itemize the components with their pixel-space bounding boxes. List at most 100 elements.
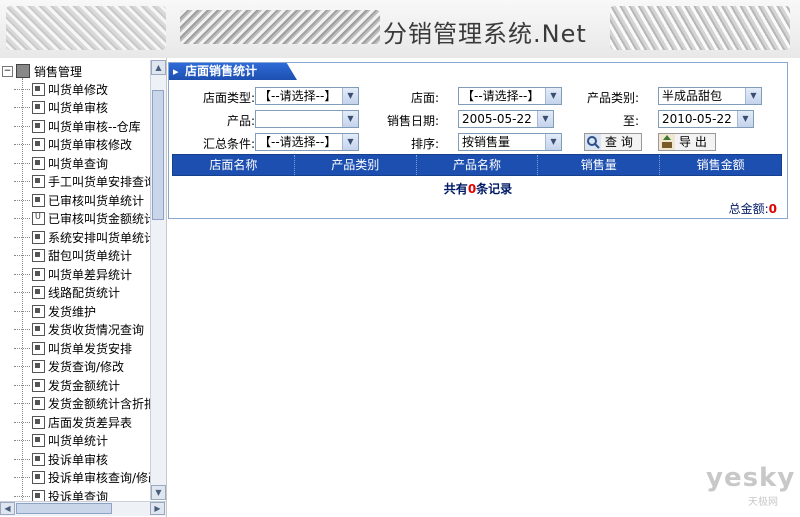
scroll-up-icon[interactable]: ▲ (151, 60, 166, 75)
column-header[interactable]: 产品类别 (295, 155, 417, 175)
scroll-left-icon[interactable]: ◀ (0, 502, 15, 515)
tree-item-label: 叫货单统计 (48, 434, 109, 448)
sort-select[interactable]: 按销售量 ▼ (458, 133, 562, 151)
tree-item[interactable]: 叫货单统计 (14, 432, 108, 450)
tree-branch (14, 495, 30, 497)
chevron-down-icon[interactable]: ▼ (342, 134, 358, 150)
store-select[interactable]: 【--请选择--】 ▼ (458, 87, 562, 105)
form-icon (32, 82, 45, 96)
tree-item[interactable]: 发货收货情况查询 (14, 321, 144, 339)
tree-item[interactable]: 手工叫货单安排查询 (14, 173, 150, 191)
tree-item[interactable]: 发货金额统计 (14, 376, 120, 394)
tree-item[interactable]: 叫货单审核--仓库 (14, 117, 141, 135)
query-button[interactable]: 查 询 (584, 133, 642, 151)
tree-item[interactable]: 叫货单查询 (14, 154, 108, 172)
tree-item[interactable]: 叫货单审核 (14, 99, 108, 117)
search-icon (585, 134, 601, 150)
tree-item[interactable]: 叫货单审核修改 (14, 136, 132, 154)
tree-branch (14, 403, 30, 404)
tree-branch (14, 347, 30, 349)
form-icon (32, 138, 45, 151)
tree-branch (14, 107, 30, 108)
scroll-thumb[interactable] (152, 90, 164, 220)
tree-item[interactable]: 已审核叫货单统计 (14, 191, 144, 209)
form-icon (32, 119, 45, 133)
tree-item[interactable]: 线路配货统计 (14, 284, 120, 302)
chevron-down-icon[interactable]: ▼ (537, 111, 553, 127)
tree-branch (14, 477, 30, 478)
form-icon (32, 323, 45, 336)
tree-item-label: 投诉单审核 (48, 452, 109, 467)
tree-item-label: 已审核叫货金额统计 (48, 212, 150, 226)
tree-item[interactable]: 叫货单修改 (14, 80, 108, 98)
u-icon (32, 212, 45, 225)
hscroll-thumb[interactable] (16, 503, 112, 514)
tree-item-label: 叫货单发货安排 (48, 341, 133, 356)
tree-item[interactable]: 叫货单差异统计 (14, 265, 132, 283)
summary-select[interactable]: 【--请选择--】 ▼ (255, 133, 359, 151)
form-icon (32, 286, 45, 299)
chevron-down-icon[interactable]: ▼ (545, 88, 561, 104)
chevron-down-icon[interactable]: ▼ (745, 88, 761, 104)
date-from-picker[interactable]: 2005-05-22 ▼ (458, 110, 554, 128)
tree-item[interactable]: 发货查询/修改 (14, 358, 124, 376)
tree-item[interactable]: 叫货单发货安排 (14, 339, 132, 357)
total-amount: 总金额:0 (728, 202, 777, 216)
chevron-down-icon[interactable]: ▼ (342, 111, 358, 127)
tree-item[interactable]: 投诉单审核 (14, 450, 108, 468)
tree-item-label: 手工叫货单安排查询 (48, 175, 150, 189)
category-select[interactable]: 半成品甜包 ▼ (658, 87, 762, 105)
tree-item[interactable]: 店面发货差异表 (14, 413, 132, 431)
tree-branch (14, 236, 30, 238)
tree-branch (14, 310, 30, 312)
date-to-picker[interactable]: 2010-05-22 ▼ (658, 110, 754, 128)
export-icon (659, 134, 675, 150)
scroll-down-icon[interactable]: ▼ (151, 485, 166, 500)
chevron-down-icon[interactable]: ▼ (342, 88, 358, 104)
column-header[interactable]: 销售金额 (660, 155, 781, 175)
tree-item-label: 投诉单审核查询/修改 (48, 471, 150, 485)
tree-item-label: 叫货单审核 (48, 101, 109, 115)
form-icon (32, 397, 45, 410)
column-header[interactable]: 销售量 (538, 155, 661, 175)
app-title: 分销管理系统.Net (383, 20, 587, 48)
tree-branch (14, 458, 30, 460)
collapse-icon[interactable]: − (2, 65, 13, 77)
panel-title: 店面销售统计 (169, 63, 297, 80)
tree-branch (14, 125, 30, 127)
tree-item[interactable]: 发货金额统计含折扣 (14, 395, 150, 413)
tree-horizontal-scrollbar[interactable]: ◀ ▶ (0, 501, 166, 516)
tree-item-label: 叫货单审核修改 (48, 138, 133, 152)
form-icon (32, 341, 45, 355)
tree-item[interactable]: 投诉单审核查询/修改 (14, 469, 150, 487)
tree-item-label: 甜包叫货单统计 (48, 249, 133, 263)
tree-item[interactable]: 甜包叫货单统计 (14, 247, 132, 265)
banner-logo-left (6, 6, 166, 50)
form-icon (32, 156, 45, 170)
tree-vertical-scrollbar[interactable]: ▲ ▼ (150, 60, 166, 500)
store-type-select[interactable]: 【--请选择--】 ▼ (255, 87, 359, 105)
chevron-down-icon[interactable]: ▼ (545, 134, 561, 150)
column-header[interactable]: 产品名称 (417, 155, 539, 175)
form-icon (32, 378, 45, 392)
scroll-right-icon[interactable]: ▶ (150, 502, 165, 515)
banner-logo-mid (180, 10, 380, 44)
record-count: 共有0条记录 (443, 182, 513, 196)
watermark-logo: yesky 天极网 (706, 463, 796, 511)
column-header[interactable]: 店面名称 (173, 155, 295, 175)
form-icon (32, 267, 45, 281)
tree-item[interactable]: 系统安排叫货单统计 (14, 228, 150, 246)
product-select[interactable]: ▼ (255, 110, 359, 128)
product-label: 产品: (226, 114, 255, 128)
tree-item-label: 发货查询/修改 (48, 360, 125, 374)
tree-item-label: 叫货单差异统计 (48, 267, 133, 282)
form-icon (32, 101, 45, 114)
tree-item[interactable]: 发货维护 (14, 302, 96, 320)
tree-item-label: 叫货单审核--仓库 (48, 119, 141, 134)
export-button[interactable]: 导 出 (658, 133, 716, 151)
header-banner: 分销管理系统.Net (0, 0, 800, 58)
tree-item[interactable]: 已审核叫货金额统计 (14, 210, 150, 228)
form-icon (32, 304, 45, 318)
chevron-down-icon[interactable]: ▼ (737, 111, 753, 127)
tree-root-sales[interactable]: − 销售管理 (2, 62, 82, 80)
